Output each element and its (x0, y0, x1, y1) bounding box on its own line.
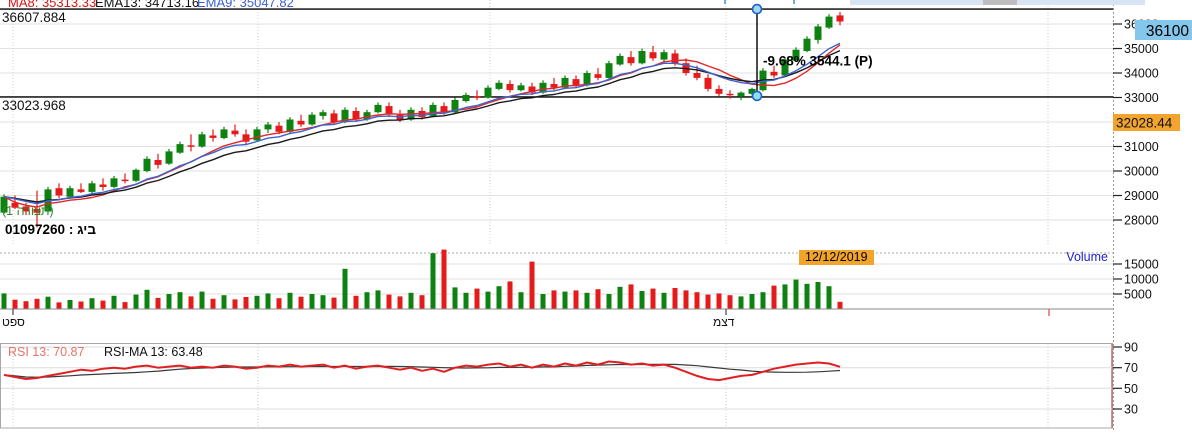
measure-handle-bottom[interactable] (753, 91, 762, 100)
svg-text:90: 90 (1124, 341, 1138, 355)
price-gridlines (0, 0, 1113, 246)
rsi-value-label: RSI 13: 70.87 (8, 345, 84, 359)
volume-pane-title: Volume (1005, 250, 1108, 264)
svg-text:34000: 34000 (1124, 67, 1159, 81)
scrollbar-thumb[interactable] (983, 0, 1017, 5)
alert-price-badge[interactable]: 32028.44 (1113, 114, 1180, 131)
scrollbar-tick (793, 0, 795, 4)
x-axis-label-sep: ספט (2, 315, 25, 329)
ema9-indicator-label: EMA9: 35047.82 (197, 0, 294, 10)
svg-text:15000: 15000 (1124, 258, 1159, 272)
volume-gridlines (0, 253, 1113, 294)
date-tooltip: 12/12/2019 (799, 250, 874, 265)
ma8-indicator-label: MA8: 35313.33 (8, 0, 96, 10)
volume-tick-labels: 15000100005000 (1113, 258, 1159, 302)
volume-chart[interactable] (0, 245, 1113, 335)
svg-text:35000: 35000 (1124, 42, 1159, 56)
measure-label: -9.68% 3544.1 (P) (763, 54, 873, 69)
rsi-tick-labels: 90 70 50 30 (1113, 341, 1138, 417)
moving-average-lines (4, 43, 840, 207)
price-chart[interactable]: 36607.884 33023.968 -9.68% 3544.1 (P) (0, 0, 1113, 246)
chart-window: MA8: 35313.33 EMA13: 34713.16 EMA9: 3504… (0, 0, 1192, 434)
rsi-ma-value-label: RSI-MA 13: 63.48 (104, 345, 203, 359)
candles[interactable] (1, 12, 844, 228)
ema13-indicator-label: EMA13: 34713.16 (95, 0, 199, 10)
horizontal-price-lines[interactable]: 36607.884 33023.968 (0, 9, 1113, 113)
svg-text:28000: 28000 (1124, 214, 1159, 228)
x-axis-label-dec: דצמ (713, 315, 734, 329)
svg-text:5000: 5000 (1124, 288, 1152, 302)
config-label: (תצורה 1) (2, 204, 54, 218)
svg-text:31000: 31000 (1124, 140, 1159, 154)
current-price-badge[interactable]: 36100 (1135, 20, 1192, 40)
svg-text:70: 70 (1124, 361, 1138, 375)
horizontal-scrollbar[interactable] (850, 0, 1145, 5)
svg-text:10000: 10000 (1124, 273, 1159, 287)
svg-text:33023.968: 33023.968 (2, 98, 66, 113)
svg-text:30: 30 (1124, 403, 1138, 417)
measure-tool[interactable]: -9.68% 3544.1 (P) (753, 5, 873, 101)
price-axis[interactable]: 3600035000340003300032000310003000029000… (1113, 0, 1192, 434)
scrollbar-tick (724, 0, 726, 4)
security-label: 01097260 : ביג (5, 222, 96, 237)
svg-text:36607.884: 36607.884 (2, 10, 66, 25)
svg-text:33000: 33000 (1124, 91, 1159, 105)
measure-handle-top[interactable] (753, 5, 762, 14)
svg-text:36100: 36100 (1146, 23, 1189, 40)
svg-text:50: 50 (1124, 382, 1138, 396)
volume-baseline (0, 309, 1113, 316)
svg-text:32028.44: 32028.44 (1116, 116, 1173, 131)
svg-text:30000: 30000 (1124, 165, 1159, 179)
svg-text:29000: 29000 (1124, 189, 1159, 203)
